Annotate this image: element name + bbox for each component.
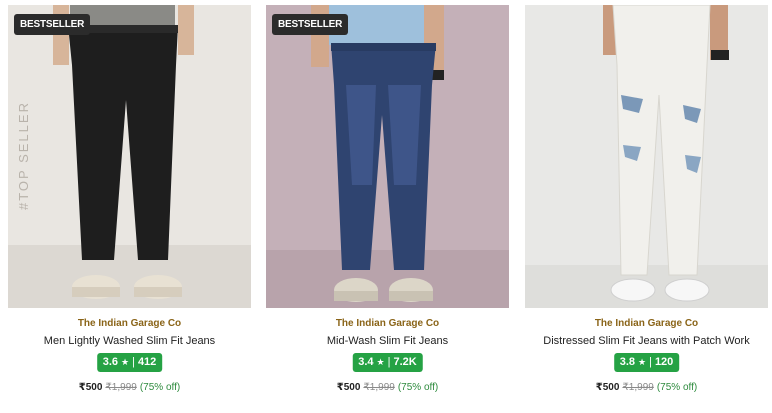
rating-value: 3.6 — [102, 356, 118, 368]
bestseller-badge: BESTSELLER — [14, 14, 91, 35]
discount-label: (75% off) — [397, 382, 439, 393]
product-photo — [525, 5, 768, 308]
price-row: ₹500 ₹1,999 (75% off) — [8, 382, 251, 393]
rating-value: 3.4 — [358, 356, 374, 368]
product-photo — [8, 5, 251, 308]
product-card[interactable]: BESTSELLER The Indian Garage Co Mid-Wash… — [266, 0, 509, 413]
product-card[interactable]: BESTSELLER #TOP SELLER The Indian Garage… — [8, 0, 251, 413]
price-row: ₹500 ₹1,999 (75% off) — [266, 382, 509, 393]
top-seller-watermark: #TOP SELLER — [16, 101, 31, 210]
product-photo — [266, 5, 509, 308]
brand-name[interactable]: The Indian Garage Co — [8, 318, 251, 329]
star-icon: ★ — [638, 357, 647, 367]
selling-price: ₹500 — [78, 382, 103, 393]
price-row: ₹500 ₹1,999 (75% off) — [525, 382, 768, 393]
product-name[interactable]: Men Lightly Washed Slim Fit Jeans — [8, 335, 251, 347]
original-price: ₹1,999 — [363, 382, 395, 393]
rating-count: 7.2K — [393, 356, 417, 368]
product-image[interactable]: BESTSELLER #TOP SELLER — [8, 5, 251, 308]
product-name[interactable]: Mid-Wash Slim Fit Jeans — [266, 335, 509, 347]
rating-badge: 3.8 ★ | 120 — [613, 353, 680, 372]
star-icon: ★ — [121, 357, 130, 367]
product-card[interactable]: The Indian Garage Co Distressed Slim Fit… — [525, 0, 768, 413]
discount-label: (75% off) — [139, 382, 181, 393]
rating-badge: 3.6 ★ | 412 — [96, 353, 163, 372]
rating-separator: | — [132, 356, 135, 368]
product-image[interactable] — [525, 5, 768, 308]
brand-name[interactable]: The Indian Garage Co — [266, 318, 509, 329]
bestseller-badge: BESTSELLER — [272, 14, 349, 35]
selling-price: ₹500 — [595, 382, 620, 393]
original-price: ₹1,999 — [105, 382, 137, 393]
rating-value: 3.8 — [619, 356, 635, 368]
product-image[interactable]: BESTSELLER — [266, 5, 509, 308]
selling-price: ₹500 — [336, 382, 361, 393]
brand-name[interactable]: The Indian Garage Co — [525, 318, 768, 329]
original-price: ₹1,999 — [622, 382, 654, 393]
rating-count: 120 — [654, 356, 674, 368]
discount-label: (75% off) — [656, 382, 698, 393]
rating-badge: 3.4 ★ | 7.2K — [352, 353, 423, 372]
rating-count: 412 — [137, 356, 157, 368]
product-name[interactable]: Distressed Slim Fit Jeans with Patch Wor… — [525, 335, 768, 347]
rating-separator: | — [387, 356, 391, 368]
star-icon: ★ — [376, 357, 385, 367]
rating-separator: | — [649, 356, 652, 368]
